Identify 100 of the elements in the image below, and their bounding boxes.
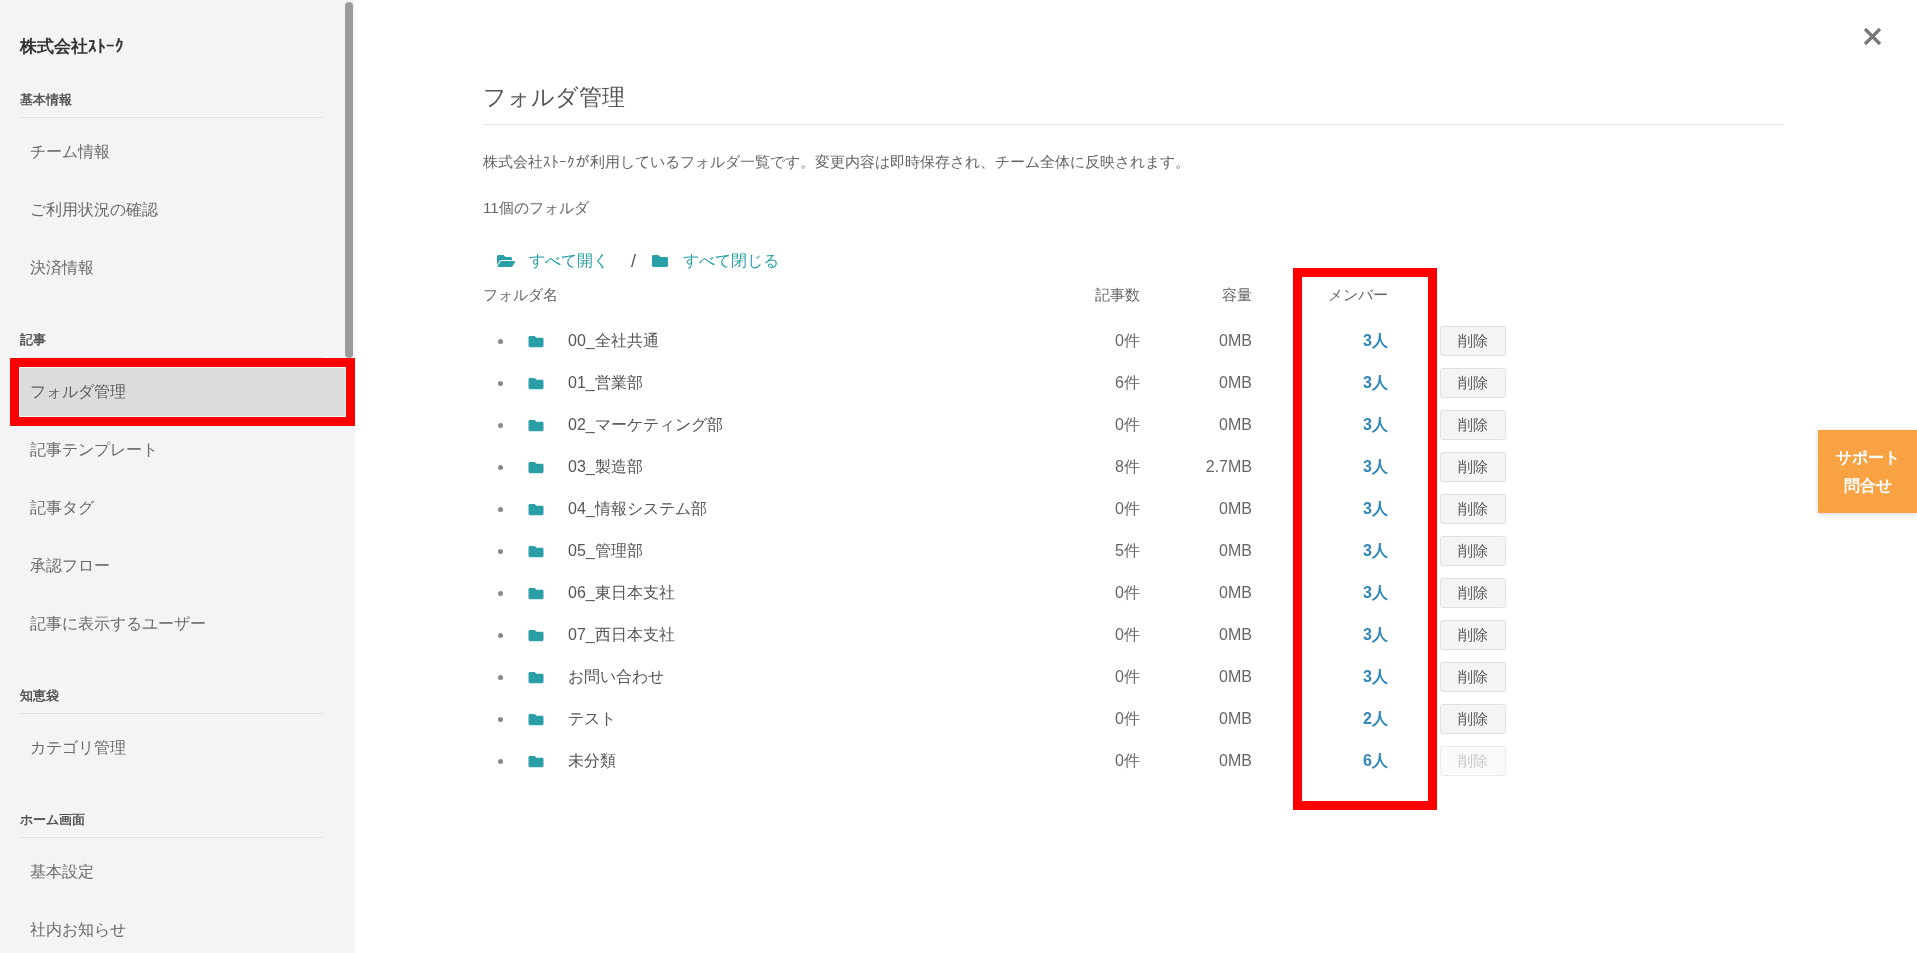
section-heading: 記事: [20, 331, 46, 349]
storage-size: 0MB: [1219, 331, 1252, 351]
member-count-link[interactable]: 3人: [1363, 666, 1388, 688]
column-header: 容量: [1222, 285, 1252, 305]
folder-name[interactable]: 02_マーケティング部: [568, 414, 723, 436]
sidebar-item[interactable]: 承認フロー: [20, 542, 345, 590]
bullet-icon: [498, 464, 503, 470]
folder-icon: [527, 501, 545, 517]
folder-name[interactable]: テスト: [568, 708, 616, 730]
folder-icon: [527, 417, 545, 433]
member-count-link[interactable]: 3人: [1363, 414, 1388, 436]
delete-button[interactable]: 削除: [1440, 368, 1506, 398]
storage-size: 0MB: [1219, 499, 1252, 519]
delete-button[interactable]: 削除: [1440, 452, 1506, 482]
bullet-icon: [498, 758, 503, 764]
bullet-icon: [498, 632, 503, 638]
folder-icon: [527, 543, 545, 559]
sidebar-item[interactable]: 社内お知らせ: [20, 906, 345, 953]
bullet-icon: [498, 590, 503, 596]
sidebar-item[interactable]: ご利用状況の確認: [20, 186, 345, 234]
company-name: 株式会社ｽﾄｰｸ: [20, 36, 124, 58]
section-heading: 知恵袋: [20, 687, 59, 705]
sidebar-item[interactable]: カテゴリ管理: [20, 724, 345, 772]
member-count-link[interactable]: 2人: [1363, 708, 1388, 730]
folder-name[interactable]: お問い合わせ: [568, 666, 664, 688]
member-count-link[interactable]: 6人: [1363, 750, 1388, 772]
bullet-icon: [498, 338, 503, 344]
separator-slash: /: [631, 250, 636, 273]
folder-icon: [527, 585, 545, 601]
page-title: フォルダ管理: [483, 83, 625, 112]
storage-size: 0MB: [1219, 415, 1252, 435]
storage-size: 0MB: [1219, 667, 1252, 687]
article-count: 0件: [1115, 667, 1140, 687]
sidebar-item[interactable]: 決済情報: [20, 244, 345, 292]
sidebar-item[interactable]: 記事に表示するユーザー: [20, 600, 345, 648]
folder-icon: [527, 627, 545, 643]
article-count: 0件: [1115, 625, 1140, 645]
delete-button[interactable]: 削除: [1440, 662, 1506, 692]
folder-name[interactable]: 未分類: [568, 750, 616, 772]
storage-size: 2.7MB: [1205, 457, 1252, 477]
folder-icon: [527, 459, 545, 475]
folder-name[interactable]: 01_営業部: [568, 372, 643, 394]
folder-icon: [527, 669, 545, 685]
article-count: 0件: [1115, 415, 1140, 435]
section-heading: 基本情報: [20, 91, 72, 109]
member-count-link[interactable]: 3人: [1363, 498, 1388, 520]
page-description: 株式会社ｽﾄｰｸが利用しているフォルダ一覧です。変更内容は即時保存され、チーム全体に反映されます。: [483, 152, 1190, 172]
article-count: 8件: [1115, 457, 1140, 477]
delete-button[interactable]: 削除: [1440, 620, 1506, 650]
member-count-link[interactable]: 3人: [1363, 624, 1388, 646]
collapse-all-link[interactable]: すべて閉じる: [651, 249, 779, 273]
member-count-link[interactable]: 3人: [1363, 540, 1388, 562]
folder-icon: [527, 753, 545, 769]
bullet-icon: [498, 716, 503, 722]
article-count: 6件: [1115, 373, 1140, 393]
column-header: 記事数: [1095, 285, 1140, 305]
bullet-icon: [498, 380, 503, 386]
storage-size: 0MB: [1219, 373, 1252, 393]
member-count-link[interactable]: 3人: [1363, 372, 1388, 394]
sidebar-item[interactable]: 基本設定: [20, 848, 345, 896]
sidebar-item[interactable]: チーム情報: [20, 128, 345, 176]
folder-name[interactable]: 07_西日本支社: [568, 624, 675, 646]
folder-name[interactable]: 04_情報システム部: [568, 498, 707, 520]
close-button[interactable]: [1863, 27, 1882, 46]
scrollbar-thumb[interactable]: [345, 2, 353, 358]
member-count-link[interactable]: 3人: [1363, 582, 1388, 604]
storage-size: 0MB: [1219, 541, 1252, 561]
article-count: 5件: [1115, 541, 1140, 561]
bullet-icon: [498, 548, 503, 554]
folder-name[interactable]: 03_製造部: [568, 456, 643, 478]
delete-button[interactable]: 削除: [1440, 494, 1506, 524]
sidebar-item[interactable]: 記事タグ: [20, 484, 345, 532]
folder-icon: [651, 253, 669, 269]
storage-size: 0MB: [1219, 709, 1252, 729]
folder-icon: [527, 375, 545, 391]
bullet-icon: [498, 674, 503, 680]
delete-button[interactable]: 削除: [1440, 536, 1506, 566]
close-icon: [1863, 27, 1882, 46]
folder-icon: [527, 333, 545, 349]
section-heading: ホーム画面: [20, 811, 85, 829]
folder-count: 11個のフォルダ: [483, 198, 589, 218]
delete-button[interactable]: 削除: [1440, 410, 1506, 440]
open-folder-icon: [496, 253, 516, 269]
column-header: フォルダ名: [483, 285, 558, 305]
sidebar-item[interactable]: 記事テンプレート: [20, 426, 345, 474]
bullet-icon: [498, 506, 503, 512]
article-count: 0件: [1115, 751, 1140, 771]
member-count-link[interactable]: 3人: [1363, 456, 1388, 478]
expand-all-link[interactable]: すべて開く: [496, 249, 609, 273]
folder-name[interactable]: 06_東日本支社: [568, 582, 675, 604]
folder-name[interactable]: 05_管理部: [568, 540, 643, 562]
member-count-link[interactable]: 3人: [1363, 330, 1388, 352]
folder-name[interactable]: 00_全社共通: [568, 330, 659, 352]
column-header: メンバー: [1328, 285, 1388, 305]
delete-button[interactable]: 削除: [1440, 704, 1506, 734]
folder-icon: [527, 711, 545, 727]
delete-button[interactable]: 削除: [1440, 578, 1506, 608]
delete-button[interactable]: 削除: [1440, 326, 1506, 356]
sidebar-item[interactable]: フォルダ管理: [20, 368, 345, 416]
article-count: 0件: [1115, 331, 1140, 351]
